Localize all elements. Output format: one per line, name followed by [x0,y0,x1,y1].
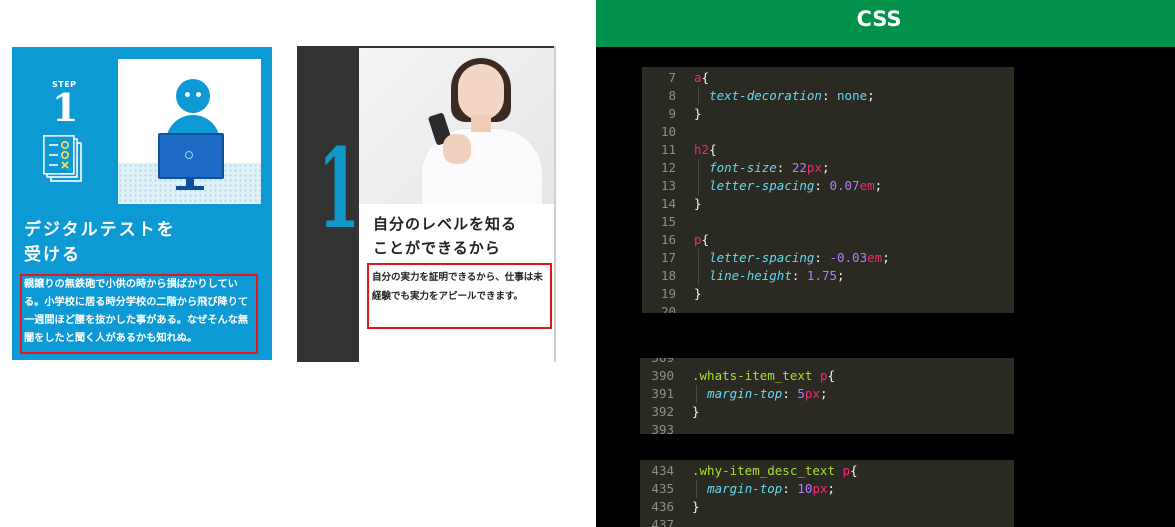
code-line: 389 [640,358,1014,367]
code-text: .why-item_desc_text p{ [692,463,858,478]
code-line: 14} [642,195,1014,213]
code-line: 437 [640,516,1014,527]
line-number: 16 [660,232,676,247]
indent-guide [698,159,699,177]
code-line: 7 a{ [642,69,1014,87]
person-eye [196,92,201,97]
code-text: text-decoration: none; [709,88,875,103]
indent-guide [698,267,699,285]
line-number: 10 [660,124,676,139]
indent-guide [698,249,699,267]
line-number: 391 [651,386,674,401]
test-sheet-icon [43,135,82,182]
code-line: 393 [640,421,1014,434]
line-number: 17 [660,250,676,265]
code-text: line-height: 1.75; [709,268,845,283]
photo-face [458,64,504,120]
line-number: 13 [660,178,676,193]
code-line: 11 h2{ [642,141,1014,159]
monitor-stand [186,177,194,186]
code-text: .whats-item_text p{ [692,368,836,383]
line-number: 12 [660,160,676,175]
code-line: 10 [642,123,1014,141]
indent-guide [696,480,697,498]
code-line: 390 .whats-item_text p{ [640,367,1014,385]
code-text: h2{ [694,142,717,157]
code-block-base-styles: 7 a{8 text-decoration: none; 9} 10 11 h2{12 f… [642,67,1014,313]
reason-description-highlight: 自分の実力を証明できるから、仕事は未経験でも実力をアピールできます。 [367,263,552,329]
step-number: 1 [52,85,79,130]
code-line: 16 p{ [642,231,1014,249]
reason-card: 1 自分のレベルを知る ことができるから 自分の実力を証明できるから、仕事は未経… [297,46,556,362]
code-line: 9} [642,105,1014,123]
line-number: 435 [651,481,674,496]
line-number: 389 [640,358,674,367]
code-text: } [694,196,702,211]
reason-title: 自分のレベルを知る ことができるから [373,215,518,257]
code-text: } [692,404,700,419]
line-number: 14 [660,196,676,211]
indent-guide [698,87,699,105]
indent-guide [696,385,697,403]
line-number: 18 [660,268,676,283]
step-description-highlight: 親譲りの無鉄砲で小供の時から損ばかりしている。小学校に居る時分学校の二階から飛び… [20,274,258,354]
code-text: letter-spacing: -0.03em; [709,250,890,265]
line-number: 8 [668,88,676,103]
person-at-computer-illustration [118,59,261,204]
line-number: 15 [660,214,676,229]
code-text: } [694,106,702,121]
person-head [176,79,210,113]
monitor-base [176,186,204,190]
code-text: } [694,286,702,301]
person-eye [185,92,190,97]
line-number: 20 [660,304,676,313]
reason-number: 1 [318,124,361,253]
code-text: margin-top: 10px; [707,481,836,496]
code-line: 392} [640,403,1014,421]
code-text: p{ [694,232,710,247]
photo-neck [471,114,491,132]
line-number: 434 [651,463,674,478]
photo-hand [443,134,471,164]
line-number: 9 [668,106,676,121]
code-line: 15 [642,213,1014,231]
line-number: 7 [668,70,676,85]
line-number: 436 [651,499,674,514]
code-text: } [692,499,700,514]
code-block-why-item: 434 .why-item_desc_text p{ 435 margin-top:… [640,460,1014,527]
indent-guide [698,177,699,195]
step-card: STEP 1 デジタルテストを 受ける 親譲りの無鉄砲で小供の時から損ばかりして… [12,47,272,360]
code-text: a{ [694,70,710,85]
woman-with-phone-photo [359,48,554,204]
code-line: 434 .why-item_desc_text p{ [640,462,1014,480]
code-text: letter-spacing: 0.07em; [709,178,883,193]
monitor-camera-dot [185,151,193,159]
line-number: 390 [651,368,674,383]
line-number: 19 [660,286,676,301]
line-number: 11 [660,142,676,157]
code-block-whats-item: 389390 .whats-item_text p{ 391 margin-top:… [640,358,1014,434]
code-line: 19} [642,285,1014,303]
line-number: 393 [651,422,674,434]
code-text: font-size: 22px; [709,160,830,175]
code-line: 20 [642,303,1014,313]
css-panel-title: CSS [856,7,902,31]
code-text: margin-top: 5px; [707,386,828,401]
right-border [554,46,556,362]
code-line: 436} [640,498,1014,516]
step-title: デジタルテストを 受ける [24,220,176,265]
line-number: 437 [651,517,674,527]
line-number: 392 [651,404,674,419]
